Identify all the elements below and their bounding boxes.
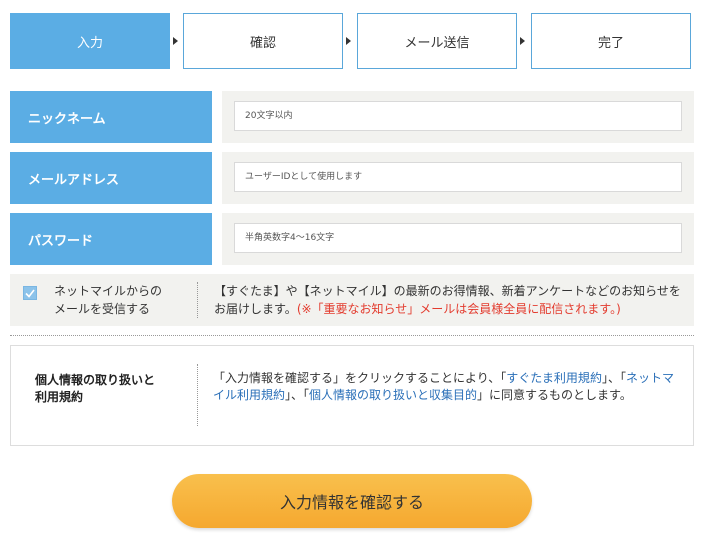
password-label: パスワード — [10, 213, 212, 265]
privacy-policy-link[interactable]: 個人情報の取り扱いと収集目的 — [309, 388, 477, 402]
nickname-field-area — [222, 91, 694, 143]
step-indicator: 入力 確認 メール送信 完了 — [10, 13, 692, 69]
sugutama-terms-link[interactable]: すぐたま利用規約 — [506, 371, 602, 385]
optin-divider — [197, 282, 198, 318]
email-field-area — [222, 152, 694, 204]
privacy-terms-text: 「入力情報を確認する」をクリックすることにより、「すぐたま利用規約」、「ネットマ… — [213, 370, 681, 404]
mail-optin-row: ネットマイルからの メールを受信する 【すぐたま】や【ネットマイル】の最新のお得… — [10, 274, 694, 326]
privacy-title-line1: 個人情報の取り扱いと — [35, 373, 156, 387]
nickname-label: ニックネーム — [10, 91, 212, 143]
mail-optin-checkbox[interactable] — [23, 286, 37, 300]
password-input[interactable] — [234, 223, 682, 253]
step-input: 入力 — [10, 13, 170, 69]
privacy-text-part: 「入力情報を確認する」をクリックすることにより、「 — [213, 371, 507, 385]
mail-optin-label-line1: ネットマイルからの — [54, 284, 163, 298]
password-row: パスワード — [10, 213, 694, 265]
step-label: 入力 — [76, 35, 103, 51]
privacy-terms-box: 個人情報の取り扱いと 利用規約 「入力情報を確認する」をクリックすることにより、… — [10, 345, 694, 446]
password-field-area — [222, 213, 694, 265]
email-row: メールアドレス — [10, 152, 694, 204]
privacy-text-part: 」、「 — [601, 371, 626, 385]
section-divider — [10, 335, 694, 336]
optin-desc-note: (※「重要なお知らせ」メールは会員様全員に配信されます。) — [296, 302, 621, 316]
step-confirm: 確認 — [183, 13, 343, 69]
step-complete: 完了 — [531, 13, 691, 69]
email-label: メールアドレス — [10, 152, 212, 204]
step-arrow-icon — [173, 37, 178, 45]
check-icon — [25, 289, 35, 298]
nickname-input[interactable] — [234, 101, 682, 131]
step-mail-sent: メール送信 — [357, 13, 517, 69]
confirm-button-label: 入力情報を確認する — [279, 493, 424, 512]
step-label: 完了 — [597, 35, 624, 51]
step-arrow-icon — [346, 37, 351, 45]
confirm-input-button[interactable]: 入力情報を確認する — [172, 474, 532, 528]
privacy-text-part: 」に同意するものとします。 — [477, 388, 632, 402]
step-label: 確認 — [249, 35, 276, 51]
mail-optin-label-line2: メールを受信する — [54, 302, 151, 316]
step-arrow-icon — [520, 37, 525, 45]
privacy-title-line2: 利用規約 — [35, 390, 84, 404]
mail-optin-description: 【すぐたま】や【ネットマイル】の最新のお得情報、新着アンケートなどのお知らせをお… — [214, 282, 686, 318]
email-input[interactable] — [234, 162, 682, 192]
step-label: メール送信 — [404, 35, 470, 51]
privacy-divider — [197, 364, 198, 426]
privacy-text-part: 」、「 — [285, 388, 310, 402]
mail-optin-label[interactable]: ネットマイルからの メールを受信する — [54, 282, 194, 318]
privacy-terms-title: 個人情報の取り扱いと 利用規約 — [35, 372, 185, 406]
nickname-row: ニックネーム — [10, 91, 694, 143]
